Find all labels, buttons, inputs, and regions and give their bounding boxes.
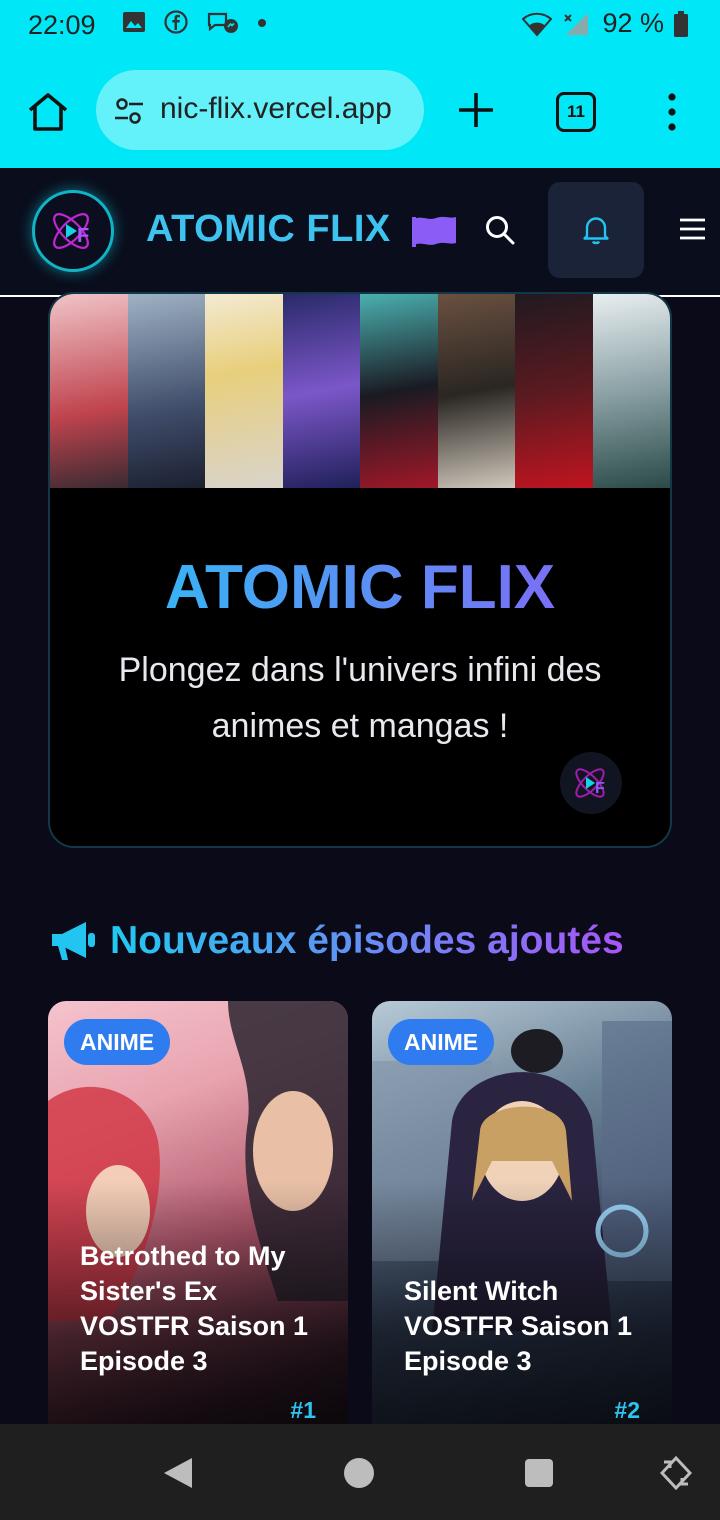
tab-count: 11 (567, 102, 585, 121)
home-icon[interactable] (26, 90, 70, 134)
battery-icon (674, 10, 688, 37)
tab-switcher-icon[interactable]: 11 (556, 92, 596, 132)
svg-text:F: F (595, 780, 605, 797)
home-nav-icon[interactable] (344, 1458, 374, 1488)
recents-icon[interactable] (525, 1459, 553, 1487)
flag-icon (412, 216, 456, 247)
notification-dot-icon (258, 19, 266, 27)
status-right: 92 % (522, 8, 688, 39)
menu-icon[interactable] (680, 218, 705, 240)
section-header: Nouveaux épisodes ajoutés (48, 916, 624, 966)
episode-card[interactable]: ANIME Silent Witch VOSTFR Saison 1 Episo… (372, 1001, 672, 1441)
collage-panel (515, 294, 593, 488)
megaphone-icon (52, 922, 95, 960)
back-icon[interactable] (162, 1456, 194, 1490)
notifications-button[interactable] (548, 182, 644, 278)
category-badge: ANIME (388, 1019, 495, 1065)
browser-toolbar: nic-flix.vercel.app 11 (0, 52, 720, 168)
new-tab-icon[interactable] (456, 90, 496, 130)
collage-panel (50, 294, 128, 488)
category-badge: ANIME (64, 1019, 171, 1065)
hero-logo-icon: F (560, 752, 622, 814)
hero-banner: ATOMIC FLIX Plongez dans l'univers infin… (48, 292, 672, 848)
atom-logo-graphic: F (575, 768, 605, 798)
hero-title: ATOMIC FLIX (50, 552, 670, 623)
collage-panel (282, 294, 360, 488)
collage-panel (592, 294, 670, 488)
facebook-icon (164, 10, 188, 34)
card-title[interactable]: Betrothed to My Sister's Ex VOSTFR Saiso… (80, 1239, 330, 1379)
collage-panel (205, 294, 283, 488)
site-navbar: F ATOMIC FLIX (0, 168, 720, 297)
search-icon[interactable] (484, 214, 516, 246)
more-menu-icon[interactable] (662, 92, 682, 132)
hero-subtitle: Plongez dans l'univers infini des animes… (118, 651, 602, 745)
status-time: 22:09 (28, 10, 96, 40)
atom-logo-graphic: F (53, 213, 89, 249)
logo-icon[interactable]: F (32, 190, 114, 272)
wifi-icon (522, 12, 553, 37)
signal-icon (564, 12, 589, 35)
url-text[interactable]: nic-flix.vercel.app (160, 92, 392, 126)
bell-icon (583, 217, 609, 245)
battery-level: 92 % (602, 8, 664, 38)
card-rank: #1 (290, 1397, 316, 1423)
messenger-icon (207, 12, 238, 33)
gallery-icon (123, 12, 145, 32)
episode-card[interactable]: ANIME Betrothed to My Sister's Ex VOSTFR… (48, 1001, 348, 1441)
section-title: Nouveaux épisodes ajoutés (110, 919, 624, 962)
site-settings-icon[interactable] (114, 96, 144, 126)
address-bar[interactable]: nic-flix.vercel.app (96, 70, 424, 150)
collage-panel (127, 294, 205, 488)
status-bar: 22:09 92 % (0, 0, 720, 52)
anime-collage (50, 294, 670, 488)
svg-text:F: F (77, 225, 89, 247)
notification-icons (122, 10, 266, 34)
collage-panel (437, 294, 515, 488)
brand-title[interactable]: ATOMIC FLIX (146, 208, 391, 251)
card-rank: #2 (614, 1397, 640, 1423)
card-title[interactable]: Silent Witch VOSTFR Saison 1 Episode 3 (404, 1274, 654, 1379)
rotate-icon[interactable] (660, 1456, 692, 1490)
system-nav-bar (0, 1424, 720, 1520)
collage-panel (360, 294, 438, 488)
